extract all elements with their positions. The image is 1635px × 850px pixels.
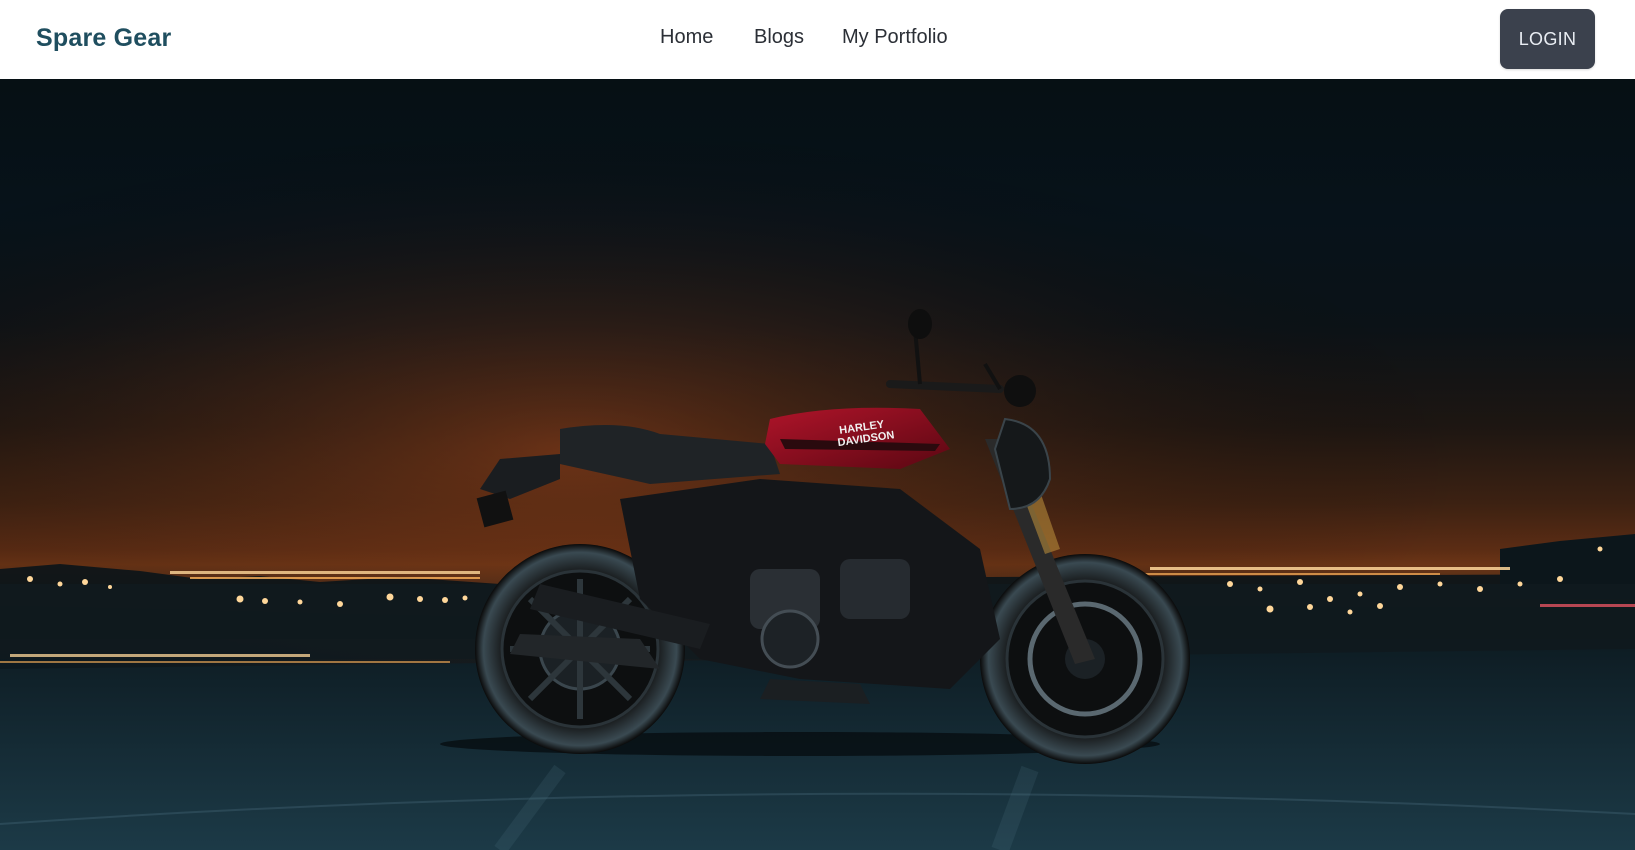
login-button[interactable]: LOGIN: [1500, 9, 1595, 69]
nav-link-portfolio[interactable]: My Portfolio: [842, 26, 948, 49]
top-navbar: Spare Gear Home Blogs My Portfolio LOGIN: [0, 0, 1635, 79]
nav-link-blogs[interactable]: Blogs: [754, 26, 804, 49]
hero-banner: HARLEY DAVIDSON: [0, 79, 1635, 850]
nav-link-home[interactable]: Home: [660, 26, 713, 49]
hero-image: HARLEY DAVIDSON: [0, 79, 1635, 850]
brand-logo[interactable]: Spare Gear: [36, 24, 171, 53]
